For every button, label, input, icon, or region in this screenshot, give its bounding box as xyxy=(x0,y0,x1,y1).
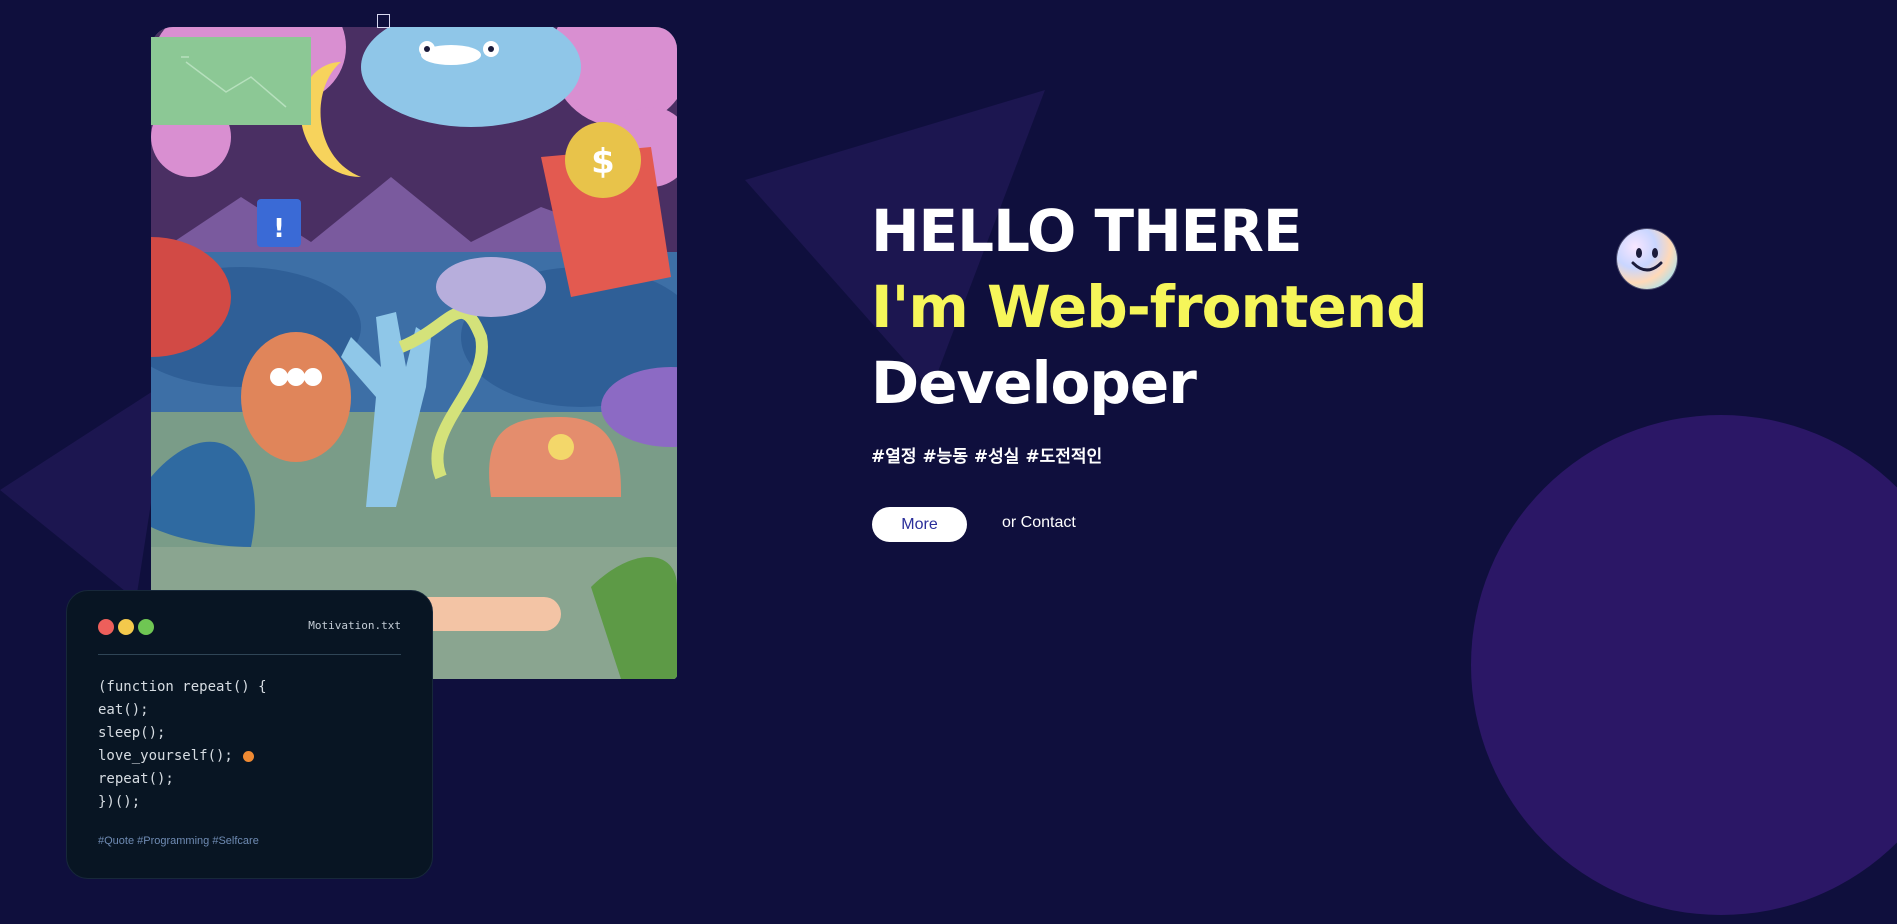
code-text: (function repeat() { xyxy=(98,679,267,695)
code-text: sleep(); xyxy=(98,725,166,741)
svg-text:!: ! xyxy=(273,214,285,244)
background-triangle-left xyxy=(0,380,170,600)
code-line: love_yourself(); xyxy=(98,745,267,768)
code-text: repeat(); xyxy=(98,771,174,787)
code-text: eat(); xyxy=(98,702,149,718)
background-circle xyxy=(1471,415,1897,915)
code-card: Motivation.txt (function repeat() { eat(… xyxy=(66,590,433,879)
window-maximize-dot xyxy=(138,619,154,635)
decorative-square xyxy=(377,14,390,28)
hero-hashtags: #열정 #능동 #성실 #도전적인 xyxy=(871,447,1103,467)
code-line: eat(); xyxy=(98,699,267,722)
contact-link[interactable]: or Contact xyxy=(1002,514,1076,532)
window-close-dot xyxy=(98,619,114,635)
code-line: sleep(); xyxy=(98,722,267,745)
cursor-dot-icon xyxy=(242,751,254,762)
code-text: })(); xyxy=(98,794,141,810)
code-line: })(); xyxy=(98,791,267,814)
code-text: love_yourself(); xyxy=(98,748,233,764)
code-block: (function repeat() { eat(); sleep(); lov… xyxy=(98,676,267,814)
code-card-tags: #Quote #Programming #Selfcare xyxy=(98,835,259,847)
code-file-name: Motivation.txt xyxy=(308,619,401,632)
more-button[interactable]: More xyxy=(872,507,967,542)
window-minimize-dot xyxy=(118,619,134,635)
decorative-green-box xyxy=(151,37,311,125)
code-divider xyxy=(98,654,401,655)
code-line: (function repeat() { xyxy=(98,676,267,699)
hero-greeting: HELLO THERE xyxy=(871,197,1303,265)
svg-text:$: $ xyxy=(591,142,615,182)
hero-role: I'm Web-frontend xyxy=(871,273,1428,341)
hero-title: Developer xyxy=(871,349,1197,417)
smiley-sticker-icon xyxy=(1617,229,1677,289)
code-line: repeat(); xyxy=(98,768,267,791)
